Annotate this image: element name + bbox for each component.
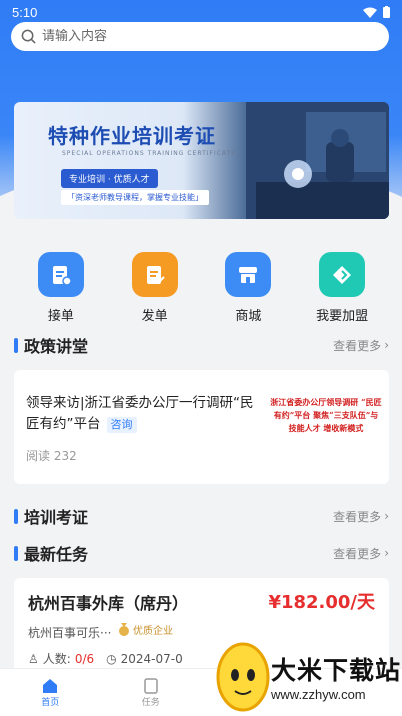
quick-nav-label: 我要加盟 xyxy=(316,309,369,324)
section-marker xyxy=(14,545,18,561)
training-more-link[interactable]: 查看更多 › xyxy=(333,508,389,525)
more-label: 查看更多 xyxy=(333,546,382,561)
quick-nav-label: 接单 xyxy=(47,309,74,324)
search-input[interactable] xyxy=(42,29,362,44)
banner-subtitle: SPECIAL OPERATIONS TRAINING CERTIFICATE xyxy=(62,150,237,157)
watermark: 大米下载站 www.zzhyw.com xyxy=(215,637,402,716)
clock-icon: ◷ xyxy=(106,651,117,666)
tab-home[interactable]: 首页 xyxy=(0,669,101,716)
article-read-count: 阅读 232 xyxy=(26,449,77,463)
quick-nav-publish-order[interactable]: 发单 xyxy=(108,252,202,324)
section-title: 培训考证 xyxy=(24,508,89,527)
tasks-section-header: 最新任务 查看更多 › xyxy=(14,541,389,565)
tab-label: 首页 xyxy=(41,698,60,708)
watermark-url: www.zzhyw.com xyxy=(271,687,366,702)
task-date: 2024-07-0 xyxy=(120,651,183,666)
banner-tag: 专业培训 · 优质人才 xyxy=(61,169,158,188)
mascot-logo xyxy=(216,642,270,712)
people-label: 人数: xyxy=(42,652,71,666)
people-value: 0/6 xyxy=(74,651,95,666)
banner-slogan: 「资深老师教导课程，掌握专业技能」 xyxy=(61,190,209,205)
promo-banner[interactable]: 特种作业培训考证 SPECIAL OPERATIONS TRAINING CER… xyxy=(14,102,389,219)
wifi-icon xyxy=(363,7,377,18)
search-icon xyxy=(21,29,36,44)
quick-nav: 接单 发单 商城 我要加盟 xyxy=(14,252,389,324)
section-title: 政策讲堂 xyxy=(24,337,89,356)
training-section-header: 培训考证 查看更多 › xyxy=(14,504,389,528)
banner-title: 特种作业培训考证 xyxy=(48,124,216,148)
task-price: ¥182.00/天 xyxy=(268,592,375,613)
quality-badge: 优质企业 xyxy=(118,622,173,637)
task-icon xyxy=(144,678,158,694)
quick-nav-label: 商城 xyxy=(235,309,262,324)
welding-photo xyxy=(246,102,389,219)
section-marker xyxy=(14,337,18,353)
tab-tasks[interactable]: 任务 xyxy=(101,669,202,716)
order-publish-icon xyxy=(131,252,178,297)
watermark-text: 大米下载站 xyxy=(271,656,402,685)
quick-nav-shop[interactable]: 商城 xyxy=(202,252,296,324)
chevron-right-icon: › xyxy=(384,509,389,523)
status-icons xyxy=(363,6,390,18)
more-label: 查看更多 xyxy=(333,338,382,353)
tab-label: 任务 xyxy=(141,698,160,708)
medal-icon xyxy=(119,622,129,636)
more-label: 查看更多 xyxy=(333,509,382,524)
battery-icon xyxy=(383,6,390,18)
task-company: 杭州百事可乐··· xyxy=(28,626,112,640)
badge-label: 优质企业 xyxy=(133,626,173,637)
chevron-right-icon: › xyxy=(384,338,389,352)
quick-nav-receive-order[interactable]: 接单 xyxy=(14,252,108,324)
policy-article-card[interactable]: 领导来访|浙江省委办公厅一行调研“民匠有约”平台 咨询 阅读 232 浙江省委办公… xyxy=(14,370,389,484)
task-meta: ♙ 人数: 0/6 ◷ 2024-07-0 xyxy=(28,650,183,667)
quick-nav-label: 发单 xyxy=(141,309,168,324)
search-bar[interactable] xyxy=(11,22,389,51)
tasks-more-link[interactable]: 查看更多 › xyxy=(333,545,389,562)
section-title: 最新任务 xyxy=(24,545,89,564)
article-tag: 咨询 xyxy=(106,417,137,433)
policy-more-link[interactable]: 查看更多 › xyxy=(333,337,389,354)
task-title: 杭州百事外库（席丹） xyxy=(28,594,189,613)
chevron-right-icon: › xyxy=(384,546,389,560)
quick-nav-join[interactable]: 我要加盟 xyxy=(295,252,389,324)
order-receive-icon xyxy=(37,252,84,297)
people-icon: ♙ xyxy=(28,651,39,666)
status-time: 5:10 xyxy=(12,4,38,20)
shop-icon xyxy=(225,252,272,297)
status-bar: 5:10 xyxy=(0,0,402,24)
article-thumbnail: 浙江省委办公厅领导调研 “民匠有约”平台 聚焦“三支队伍”与技能人才 增收新模式 xyxy=(270,397,382,433)
article-title: 领导来访|浙江省委办公厅一行调研“民匠有约”平台 咨询 xyxy=(26,395,254,433)
home-icon xyxy=(43,679,58,693)
join-icon xyxy=(319,252,366,297)
policy-section-header: 政策讲堂 查看更多 › xyxy=(14,333,389,357)
section-marker xyxy=(14,508,18,524)
